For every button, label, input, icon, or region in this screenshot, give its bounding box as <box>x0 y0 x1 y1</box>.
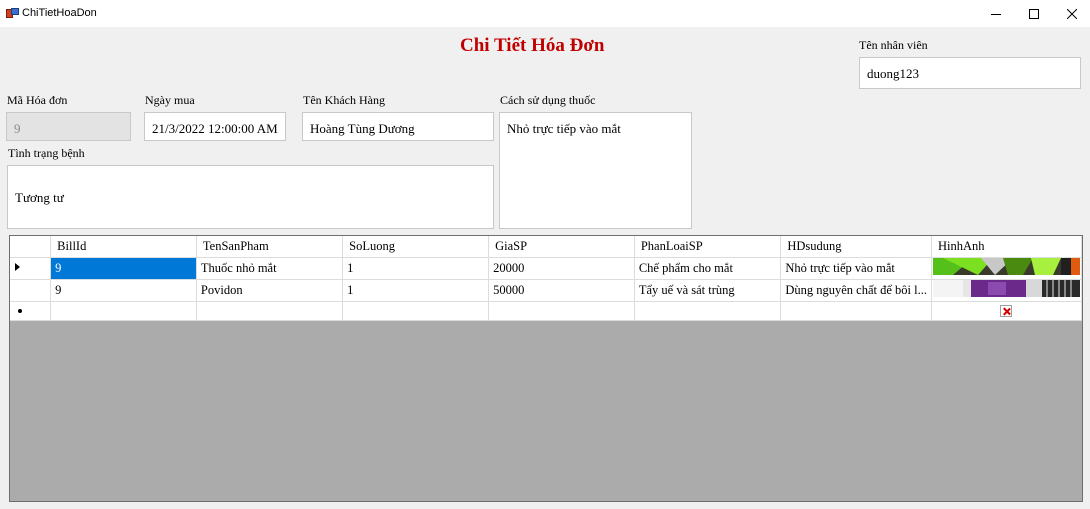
window-title: ChiTietHoaDon <box>22 7 97 19</box>
purchase-date-label: Ngày mua <box>145 93 195 107</box>
cell-soluong[interactable]: 1 <box>342 278 490 302</box>
cell-giasp[interactable]: 50000 <box>488 278 635 302</box>
cell-hdsudung[interactable] <box>780 300 932 321</box>
grid-header-row: BillId TenSanPham SoLuong GiaSP PhanLoai… <box>10 236 1082 258</box>
form-heading: Chi Tiết Hóa Đơn <box>460 35 605 56</box>
close-button[interactable] <box>1055 0 1089 27</box>
row-header[interactable] <box>10 300 52 321</box>
cell-giasp[interactable] <box>488 300 635 321</box>
cell-giasp[interactable]: 20000 <box>488 256 635 280</box>
minimize-button[interactable] <box>979 0 1013 27</box>
invoice-id-field[interactable]: 9 <box>6 112 131 141</box>
minimize-icon <box>991 13 1001 15</box>
cell-tensanpham[interactable] <box>195 300 344 321</box>
customer-name-field[interactable]: Hoàng Tùng Dương <box>302 112 494 141</box>
column-header-soluong[interactable]: SoLuong <box>342 236 490 258</box>
product-image-thumbnail <box>932 280 1080 297</box>
cell-hinhanh[interactable] <box>930 256 1082 280</box>
row-header-corner[interactable] <box>10 236 52 258</box>
cell-phanloaisp[interactable]: Chế phẩm cho mắt <box>633 256 782 280</box>
cell-phanloaisp[interactable]: Tẩy uế và sát trùng <box>633 278 782 302</box>
cell-hinhanh[interactable] <box>930 300 1082 321</box>
invoice-details-grid[interactable]: BillId TenSanPham SoLuong GiaSP PhanLoai… <box>9 235 1083 502</box>
table-row[interactable]: 9 Thuốc nhỏ mắt 1 20000 Chế phẩm cho mắt… <box>10 256 1082 280</box>
usage-label: Cách sử dụng thuốc <box>500 93 596 107</box>
column-header-tensanpham[interactable]: TenSanPham <box>195 236 344 258</box>
table-row[interactable]: 9 Povidon 1 50000 Tẩy uế và sát trùng Dù… <box>10 278 1082 302</box>
cell-phanloaisp[interactable] <box>633 300 782 321</box>
employee-field[interactable]: duong123 <box>859 57 1081 89</box>
close-icon <box>1067 8 1077 19</box>
row-header[interactable] <box>10 256 52 280</box>
new-row-marker-icon <box>18 308 22 313</box>
cell-billid[interactable]: 9 <box>50 256 197 280</box>
cell-hdsudung[interactable]: Dùng nguyên chất để bôi l... <box>780 278 932 302</box>
new-row[interactable] <box>10 300 1082 321</box>
maximize-icon <box>1029 8 1039 19</box>
usage-textarea[interactable]: Nhỏ trực tiếp vào mắt <box>499 112 692 229</box>
grid-table: BillId TenSanPham SoLuong GiaSP PhanLoai… <box>10 236 1082 321</box>
column-header-billid[interactable]: BillId <box>50 236 197 258</box>
customer-name-label: Tên Khách Hàng <box>303 93 385 107</box>
purchase-date-field[interactable]: 21/3/2022 12:00:00 AM <box>144 112 286 141</box>
condition-label: Tình trạng bệnh <box>8 146 85 160</box>
cell-billid[interactable] <box>50 300 197 321</box>
invoice-id-label: Mã Hóa đơn <box>7 93 68 107</box>
product-image-thumbnail <box>932 258 1080 275</box>
cell-soluong[interactable]: 1 <box>342 256 490 280</box>
current-row-arrow-icon <box>15 262 20 271</box>
cell-hdsudung[interactable]: Nhỏ trực tiếp vào mắt <box>780 256 932 280</box>
row-header[interactable] <box>10 278 52 302</box>
column-header-giasp[interactable]: GiaSP <box>488 236 635 258</box>
column-header-hdsudung[interactable]: HDsudung <box>780 236 932 258</box>
cell-tensanpham[interactable]: Thuốc nhỏ mắt <box>195 256 344 280</box>
broken-image-icon <box>1000 304 1013 317</box>
column-header-hinhanh[interactable]: HinhAnh <box>930 236 1082 258</box>
cell-billid[interactable]: 9 <box>50 278 197 302</box>
cell-hinhanh[interactable] <box>930 278 1082 302</box>
cell-soluong[interactable] <box>342 300 490 321</box>
app-icon <box>6 8 19 19</box>
condition-textarea[interactable]: Tương tư <box>7 165 494 229</box>
maximize-button[interactable] <box>1017 0 1051 27</box>
column-header-phanloaisp[interactable]: PhanLoaiSP <box>633 236 782 258</box>
employee-label: Tên nhân viên <box>859 38 928 52</box>
cell-tensanpham[interactable]: Povidon <box>195 278 344 302</box>
window-titlebar: ChiTietHoaDon <box>0 0 1090 27</box>
